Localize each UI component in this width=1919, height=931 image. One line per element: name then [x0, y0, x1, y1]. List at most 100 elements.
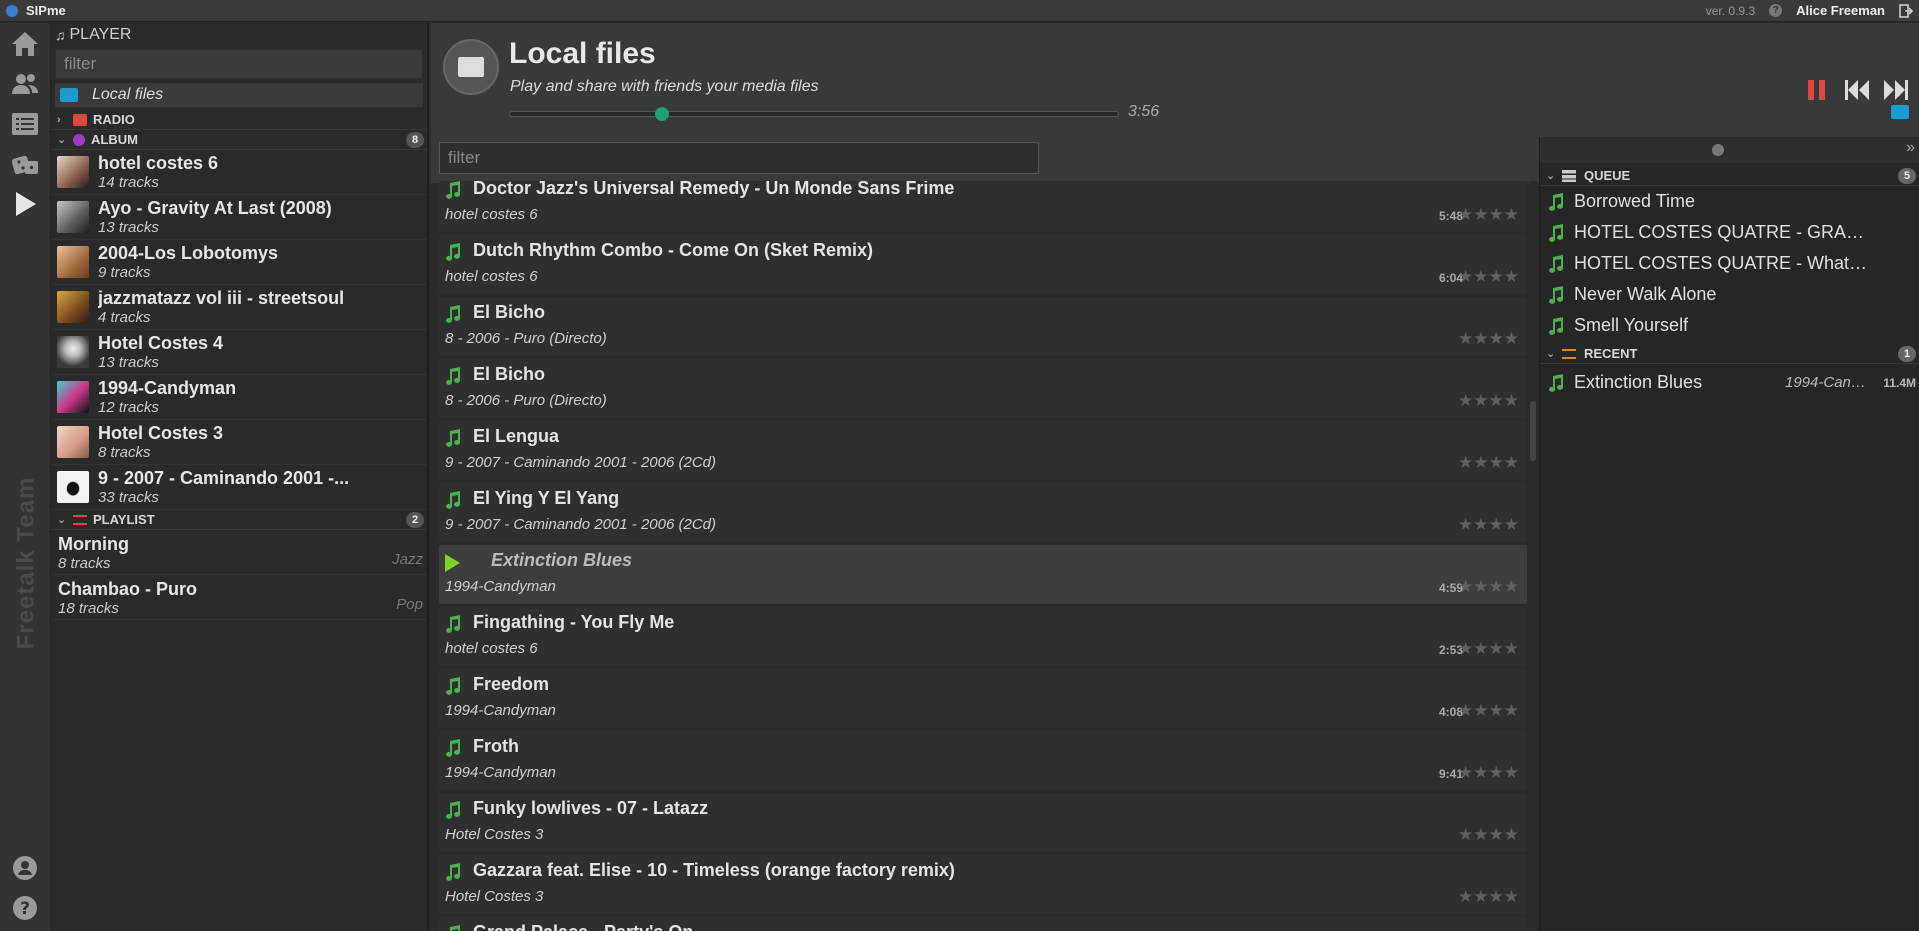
rating-stars[interactable]: ★★★★	[1458, 267, 1519, 287]
recent-item[interactable]: Extinction Blues 1994-Candyman 11.4M	[1540, 367, 1919, 398]
rating-stars[interactable]: ★★★★	[1458, 701, 1519, 721]
track-row[interactable]: Gazzara feat. Elise - 10 - Timeless (ora…	[439, 855, 1527, 914]
playlist-count-badge: 2	[406, 511, 424, 528]
track-list-scrollbar[interactable]	[1529, 181, 1537, 931]
rating-stars[interactable]: ★★★★	[1458, 453, 1519, 473]
track-row[interactable]: Funky lowlives - 07 - Latazz Hotel Costes…	[439, 793, 1527, 852]
version-label: ver. 0.9.3	[1705, 3, 1756, 18]
track-album: hotel costes 6	[445, 268, 538, 285]
track-row[interactable]: El Bicho 8 - 2006 - Puro (Directo) ★★★★	[439, 359, 1527, 418]
track-album: hotel costes 6	[445, 640, 538, 657]
scrollbar-thumb[interactable]	[1530, 401, 1536, 461]
track-row[interactable]: Fingathing - You Fly Me hotel costes 6 2:5…	[439, 607, 1527, 666]
music-note-icon	[1548, 286, 1564, 304]
queue-item[interactable]: Never Walk Alone	[1540, 279, 1919, 310]
rating-stars[interactable]: ★★★★	[1458, 639, 1519, 659]
track-list: Doctor Jazz's Universal Remedy - Un Mond…	[439, 181, 1527, 931]
album-item[interactable]: 2004-Los Lobotomys 9 tracks	[51, 240, 427, 285]
track-row[interactable]: Doctor Jazz's Universal Remedy - Un Mond…	[439, 181, 1527, 232]
user-name[interactable]: Alice Freeman	[1796, 3, 1885, 18]
player-sidebar: ♫ PLAYER filter Local files › RADIO ⌄ AL…	[51, 23, 429, 931]
album-item[interactable]: 9 - 2007 - Caminando 2001 -... 33 tracks	[51, 465, 427, 510]
track-row[interactable]: Extinction Blues 1994-Candyman 4:59 ★★★★	[439, 545, 1527, 604]
track-title: Extinction Blues	[491, 550, 633, 570]
home-icon[interactable]	[10, 29, 42, 61]
album-count-badge: 8	[406, 131, 424, 148]
track-title: El Lengua	[473, 426, 560, 446]
track-row[interactable]: Freedom 1994-Candyman 4:08 ★★★★	[439, 669, 1527, 728]
collapse-panel-icon[interactable]: »	[1906, 139, 1915, 157]
contacts-icon[interactable]	[10, 69, 42, 101]
rating-stars[interactable]: ★★★★	[1458, 577, 1519, 597]
track-duration: 3:56	[1128, 103, 1160, 120]
track-row[interactable]: El Bicho 8 - 2006 - Puro (Directo) ★★★★	[439, 297, 1527, 356]
track-title: Froth	[473, 736, 519, 756]
help-icon[interactable]: ?	[1769, 4, 1783, 17]
music-note-icon	[445, 429, 461, 447]
help-circle-icon[interactable]: ?	[10, 893, 42, 925]
track-row[interactable]: Dutch Rhythm Combo - Come On (Sket Remix…	[439, 235, 1527, 294]
track-album: Hotel Costes 3	[445, 888, 544, 905]
queue-item[interactable]: HOTEL COSTES QUATRE - Whatever	[1540, 248, 1919, 279]
album-item[interactable]: jazzmatazz vol iii - streetsoul 4 tracks	[51, 285, 427, 330]
pause-button[interactable]	[1802, 75, 1832, 110]
track-row[interactable]: El Ying Y El Yang 9 - 2007 - Caminando 20…	[439, 483, 1527, 542]
queue-item[interactable]: Smell Yourself	[1540, 310, 1919, 341]
page-title: Local files	[509, 37, 656, 70]
sidebar-item-local-files[interactable]: Local files	[55, 83, 423, 107]
queue-item[interactable]: Borrowed Time	[1540, 186, 1919, 217]
group-album[interactable]: ⌄ ALBUM 8	[51, 130, 427, 150]
local-files-avatar	[443, 39, 499, 95]
sidebar-filter-input[interactable]: filter	[55, 49, 423, 79]
playlist-item[interactable]: Chambao - Puro 18 tracks Pop	[51, 575, 427, 620]
list-icon[interactable]	[10, 109, 42, 141]
svg-text:?: ?	[20, 899, 30, 919]
rating-stars[interactable]: ★★★★	[1458, 329, 1519, 349]
group-queue[interactable]: ⌄ QUEUE 5	[1540, 166, 1919, 186]
group-playlist[interactable]: ⌄ PLAYLIST 2	[51, 510, 427, 530]
games-icon[interactable]	[10, 149, 42, 181]
album-item[interactable]: Hotel Costes 38 tracks	[51, 420, 427, 465]
previous-button[interactable]	[1842, 75, 1872, 110]
track-filter-input[interactable]: filter	[439, 142, 1039, 174]
rating-stars[interactable]: ★★★★	[1458, 887, 1519, 907]
progress-knob[interactable]	[655, 107, 669, 121]
playlist-genre: Pop	[396, 596, 423, 613]
queue-item-title: Borrowed Time	[1574, 191, 1696, 211]
logout-icon[interactable]	[1899, 3, 1914, 18]
playlist-item[interactable]: Morning 8 tracks Jazz	[51, 530, 427, 575]
queue-count-badge: 5	[1898, 167, 1916, 184]
track-row[interactable]: El Lengua 9 - 2007 - Caminando 2001 - 200…	[439, 421, 1527, 480]
folder-icon	[60, 88, 78, 102]
chevron-down-icon: ⌄	[1546, 170, 1556, 182]
track-title: El Bicho	[473, 364, 546, 384]
rating-stars[interactable]: ★★★★	[1458, 205, 1519, 225]
track-title: Gazzara feat. Elise - 10 - Timeless (ora…	[473, 860, 955, 880]
recent-item-album: 1994-Candyman	[1785, 374, 1873, 391]
music-note-icon	[445, 367, 461, 385]
progress-bar[interactable]	[509, 107, 1119, 121]
group-radio[interactable]: › RADIO	[51, 110, 427, 130]
track-row[interactable]: Froth 1994-Candyman 9:41 ★★★★	[439, 731, 1527, 790]
track-title: El Ying Y El Yang	[473, 488, 620, 508]
rating-stars[interactable]: ★★★★	[1458, 515, 1519, 535]
music-note-icon	[1548, 317, 1564, 335]
player-icon[interactable]	[10, 189, 42, 221]
playlist-genre: Jazz	[392, 551, 423, 568]
rating-stars[interactable]: ★★★★	[1458, 391, 1519, 411]
folder-icon[interactable]	[1891, 105, 1909, 119]
recent-item-title: Extinction Blues	[1574, 372, 1703, 392]
album-item[interactable]: hotel costes 6 14 tracks	[51, 150, 427, 195]
queue-item[interactable]: HOTEL COSTES QUATRE - GRAND PALACE	[1540, 217, 1919, 248]
group-recent[interactable]: ⌄ RECENT 1	[1540, 344, 1919, 364]
rating-stars[interactable]: ★★★★	[1458, 763, 1519, 783]
album-item[interactable]: Hotel Costes 4 13 tracks	[51, 330, 427, 375]
track-row[interactable]: Grand Palace - Party's On★★★★	[439, 917, 1527, 931]
account-icon[interactable]	[10, 853, 42, 885]
queue-item-title: Never Walk Alone	[1574, 284, 1717, 304]
album-item[interactable]: 1994-Candyman 12 tracks	[51, 375, 427, 420]
rating-stars[interactable]: ★★★★	[1458, 825, 1519, 845]
chevron-down-icon: ⌄	[1546, 348, 1556, 360]
album-item[interactable]: Ayo - Gravity At Last (2008) 13 tracks	[51, 195, 427, 240]
track-title: El Bicho	[473, 302, 546, 322]
